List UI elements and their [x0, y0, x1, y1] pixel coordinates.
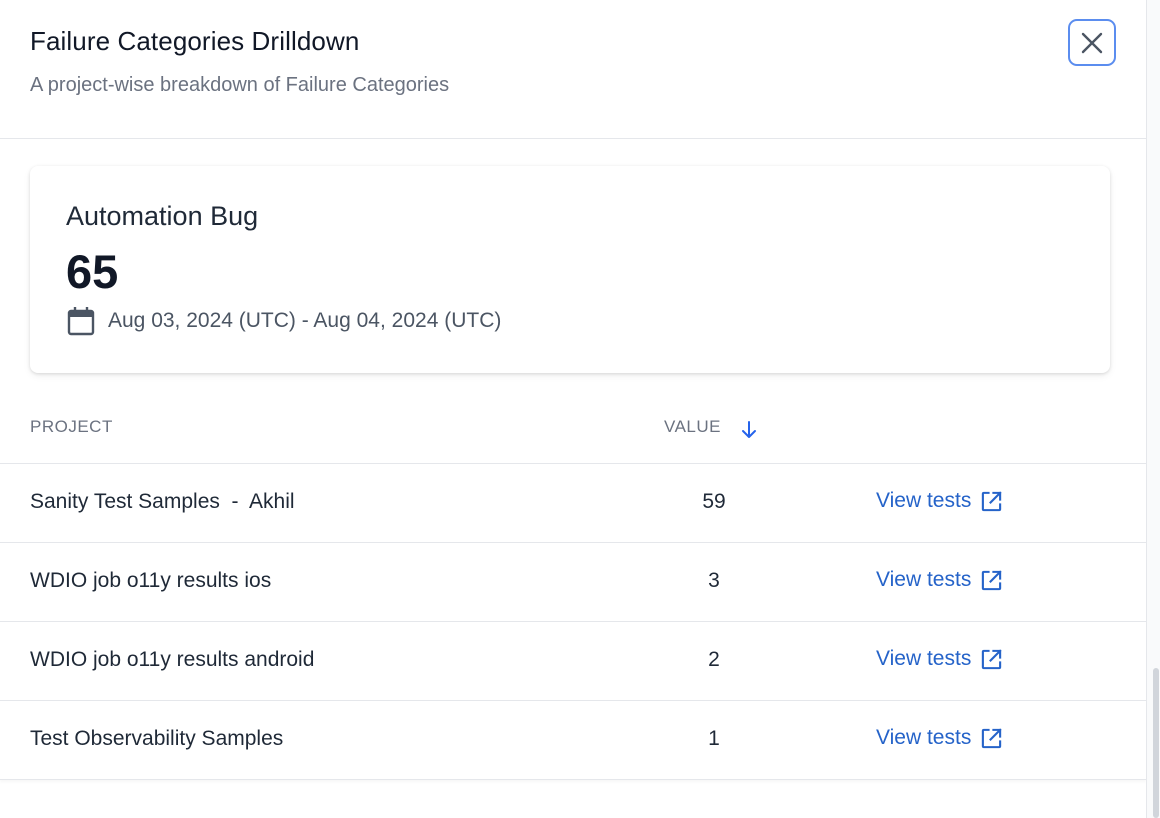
project-value: 3 — [708, 569, 720, 592]
project-value: 59 — [702, 490, 726, 513]
project-name: WDIO job o11y results android — [30, 648, 315, 671]
external-link-icon — [982, 727, 1002, 748]
panel-header: Failure Categories Drilldown A project-w… — [0, 0, 1146, 139]
date-range: Aug 03, 2024 (UTC) - Aug 04, 2024 (UTC) — [108, 309, 502, 332]
category-total: 65 — [66, 245, 119, 298]
view-tests-label: View tests — [876, 726, 972, 749]
close-button[interactable] — [1068, 19, 1116, 66]
project-name: Test Observability Samples — [30, 727, 284, 750]
external-link-icon — [982, 569, 1002, 590]
summary-card: Automation Bug 65 Aug 03, 2024 (UTC) - A… — [30, 166, 1110, 373]
project-value: 2 — [708, 648, 720, 671]
table-row: Sanity Test Samples - Akhil 59 View test… — [0, 464, 1146, 543]
project-name: Sanity Test Samples - Akhil — [30, 490, 295, 513]
drilldown-panel: Failure Categories Drilldown A project-w… — [0, 0, 1146, 818]
project-table: PROJECT VALUE Sanity Test Samples - Akhi… — [0, 395, 1146, 780]
view-tests-label: View tests — [876, 489, 972, 512]
table-row: WDIO job o11y results ios 3 View tests — [0, 543, 1146, 622]
external-link-icon — [982, 490, 1002, 511]
sort-button[interactable] — [736, 417, 762, 443]
view-tests-label: View tests — [876, 647, 972, 670]
calendar-icon — [67, 307, 95, 336]
table-row: Test Observability Samples 1 View tests — [0, 701, 1146, 780]
category-name: Automation Bug — [66, 201, 259, 231]
view-tests-link[interactable]: View tests — [876, 726, 1003, 750]
arrow-down-icon — [742, 421, 756, 438]
scrollbar-thumb[interactable] — [1153, 668, 1159, 818]
panel-subtitle: A project-wise breakdown of Failure Cate… — [30, 74, 450, 96]
external-link-icon — [982, 648, 1002, 669]
table-header: PROJECT VALUE — [0, 395, 1146, 464]
panel-title: Failure Categories Drilldown — [30, 26, 360, 56]
project-value: 1 — [708, 727, 720, 750]
table-row: WDIO job o11y results android 2 View tes… — [0, 622, 1146, 701]
project-name: WDIO job o11y results ios — [30, 569, 272, 592]
column-header-value: VALUE — [664, 417, 721, 436]
view-tests-label: View tests — [876, 568, 972, 591]
view-tests-link[interactable]: View tests — [876, 568, 1003, 592]
view-tests-link[interactable]: View tests — [876, 489, 1003, 513]
view-tests-link[interactable]: View tests — [876, 647, 1003, 671]
close-icon — [1081, 32, 1103, 53]
column-header-project: PROJECT — [30, 417, 113, 436]
